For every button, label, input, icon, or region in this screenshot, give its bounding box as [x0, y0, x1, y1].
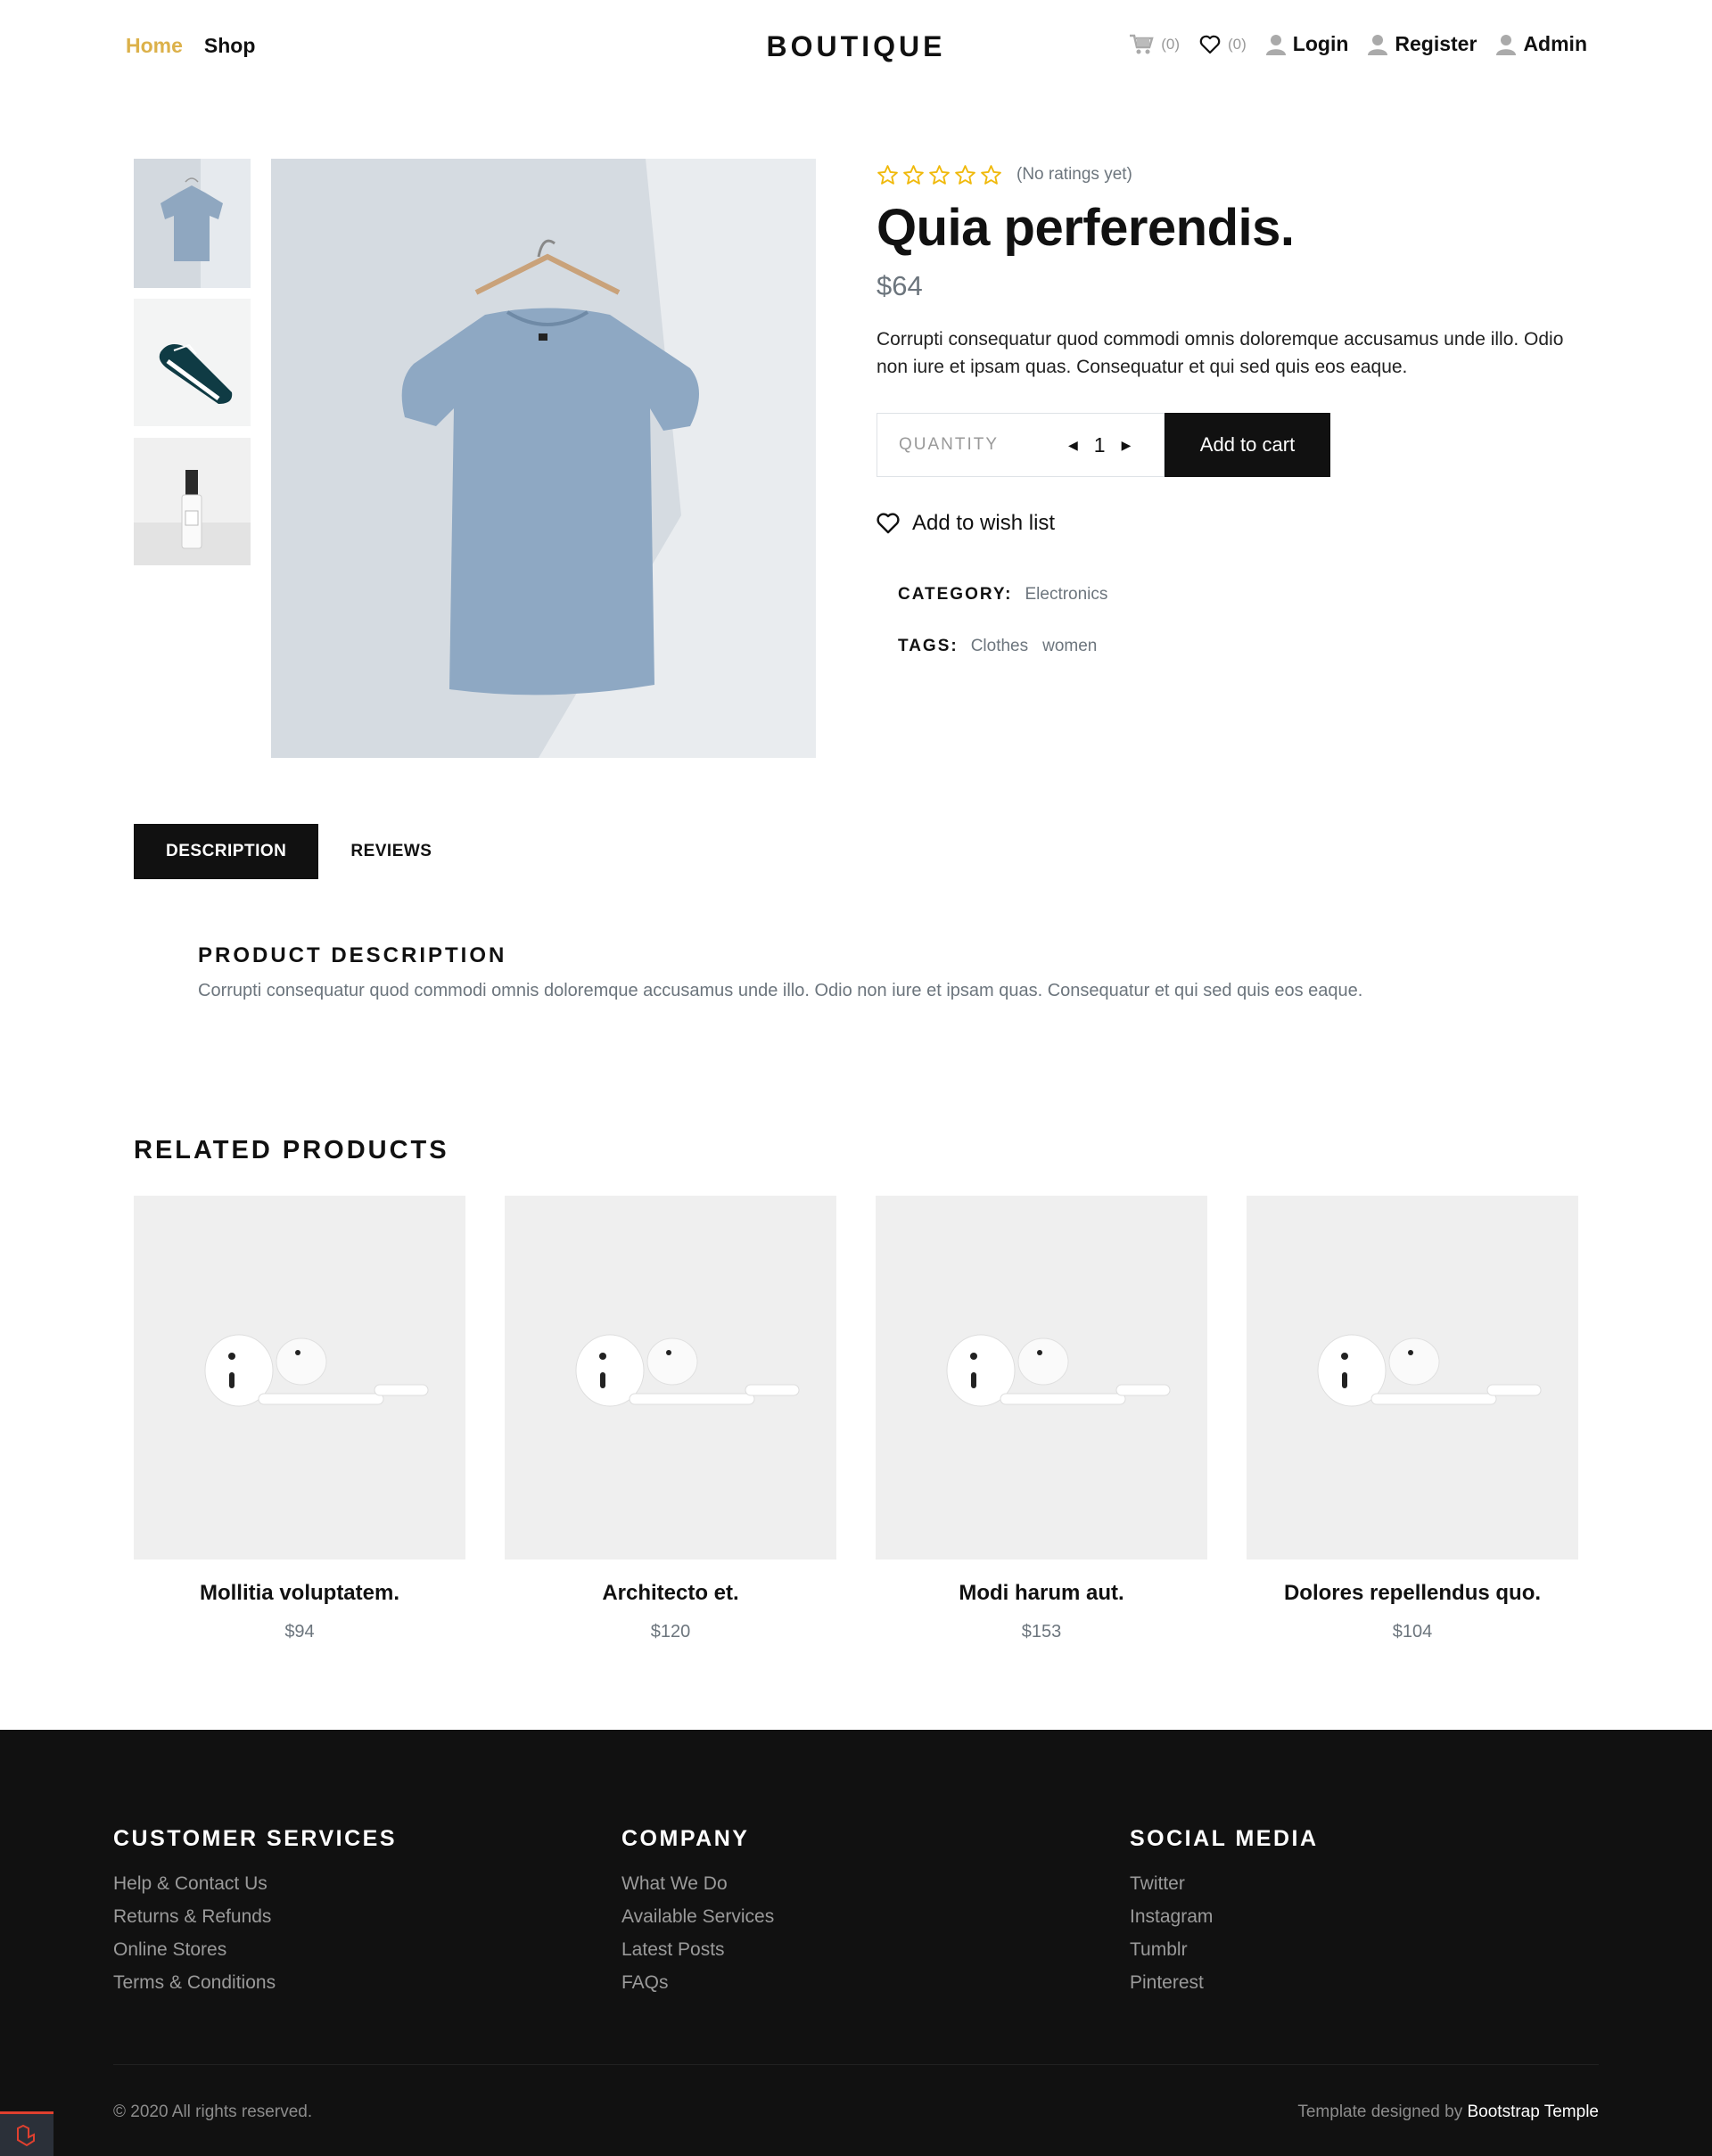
tag-link[interactable]: Clothes	[971, 637, 1028, 656]
user-icon	[1368, 34, 1388, 55]
decrease-quantity-icon[interactable]: ◀	[1068, 438, 1078, 453]
admin-label: Admin	[1523, 32, 1587, 55]
quantity-stepper: QUANTITY ◀ 1 ▶	[877, 413, 1165, 477]
nav-actions: (0) (0) Login Register Admin	[1129, 32, 1587, 56]
category-key: CATEGORY:	[898, 585, 1013, 604]
related-product-card[interactable]: Mollitia voluptatem. $94	[134, 1196, 465, 1642]
description-heading: PRODUCT DESCRIPTION	[198, 943, 507, 967]
product-image[interactable]	[876, 1196, 1207, 1559]
star-icon	[981, 164, 1001, 185]
footer-link[interactable]: Terms & Conditions	[113, 1972, 397, 1994]
product-name[interactable]: Mollitia voluptatem.	[134, 1581, 465, 1606]
product-price: $104	[1392, 1622, 1433, 1642]
increase-quantity-icon[interactable]: ▶	[1122, 438, 1132, 453]
heart-icon	[877, 513, 900, 534]
related-product-card[interactable]: Dolores repellendus quo. $104	[1247, 1196, 1578, 1642]
footer-link[interactable]: What We Do	[621, 1873, 774, 1895]
wishlist-link[interactable]: (0)	[1199, 35, 1247, 54]
product-title: Quia perferendis.	[877, 199, 1295, 257]
thumbnail-sneaker[interactable]	[134, 299, 251, 426]
add-to-wishlist-link[interactable]: Add to wish list	[877, 511, 1590, 536]
category-link[interactable]: Electronics	[1025, 585, 1107, 605]
product-image[interactable]	[505, 1196, 836, 1559]
user-icon	[1265, 34, 1286, 55]
quantity-control: ◀ 1 ▶	[1068, 433, 1131, 457]
site-footer: CUSTOMER SERVICES Help & Contact Us Retu…	[0, 1730, 1712, 2156]
footer-link[interactable]: Pinterest	[1130, 1972, 1319, 1994]
register-label: Register	[1395, 32, 1477, 55]
footer-column-social-media: SOCIAL MEDIA Twitter Instagram Tumblr Pi…	[1130, 1826, 1319, 2005]
star-icon	[929, 164, 950, 185]
rating-stars: (No ratings yet)	[877, 159, 1590, 191]
add-to-cart-button[interactable]: Add to cart	[1165, 413, 1330, 477]
product-info: (No ratings yet) Quia perferendis. $64 C…	[877, 159, 1590, 688]
star-icon	[903, 164, 924, 185]
navbar: Home Shop BOUTIQUE (0) (0) Login Registe…	[0, 0, 1712, 95]
product-short-description: Corrupti consequatur quod commodi omnis …	[877, 329, 1564, 377]
description-text: Corrupti consequatur quod commodi omnis …	[198, 981, 1363, 1000]
login-label: Login	[1292, 32, 1349, 55]
footer-link[interactable]: FAQs	[621, 1972, 774, 1994]
product-price: $94	[284, 1622, 315, 1642]
cart-link[interactable]: (0)	[1129, 34, 1180, 55]
cart-icon	[1129, 34, 1154, 55]
product-tabs: DESCRIPTION REVIEWS	[134, 824, 464, 879]
product-name[interactable]: Dolores repellendus quo.	[1247, 1581, 1578, 1606]
laravel-debug-icon[interactable]	[0, 2111, 54, 2156]
heart-icon	[1199, 35, 1221, 54]
wishlist-count: (0)	[1228, 35, 1247, 53]
footer-link[interactable]: Available Services	[621, 1906, 774, 1928]
tab-reviews[interactable]: REVIEWS	[318, 824, 464, 879]
login-link[interactable]: Login	[1265, 32, 1349, 56]
add-to-cart-row: QUANTITY ◀ 1 ▶ Add to cart	[877, 413, 1590, 477]
footer-column-title: CUSTOMER SERVICES	[113, 1826, 398, 1851]
footer-link[interactable]: Twitter	[1130, 1873, 1319, 1895]
user-icon	[1496, 34, 1517, 55]
tab-description[interactable]: DESCRIPTION	[134, 824, 319, 879]
credit-prefix: Template designed by	[1297, 2103, 1463, 2121]
footer-link[interactable]: Latest Posts	[621, 1939, 774, 1961]
footer-column-company: COMPANY What We Do Available Services La…	[621, 1826, 774, 2005]
star-icon	[955, 164, 975, 185]
template-credit: Template designed by Bootstrap Temple	[1297, 2103, 1599, 2122]
tags-key: TAGS:	[898, 637, 959, 655]
quantity-label: QUANTITY	[899, 435, 1000, 454]
footer-divider	[113, 2064, 1599, 2065]
thumbnail-perfume[interactable]	[134, 438, 251, 565]
footer-column-customer-services: CUSTOMER SERVICES Help & Contact Us Retu…	[113, 1826, 397, 2005]
cart-count: (0)	[1161, 35, 1181, 53]
product-name[interactable]: Architecto et.	[505, 1581, 836, 1606]
ratings-note: (No ratings yet)	[1017, 165, 1132, 184]
wishlist-label: Add to wish list	[912, 511, 1056, 535]
product-main-image[interactable]	[271, 159, 816, 758]
description-panel: PRODUCT DESCRIPTION Corrupti consequatur…	[198, 943, 1589, 1001]
product-image[interactable]	[1247, 1196, 1578, 1559]
footer-link[interactable]: Instagram	[1130, 1906, 1319, 1928]
quantity-value[interactable]: 1	[1094, 433, 1106, 457]
register-link[interactable]: Register	[1368, 32, 1477, 56]
copyright-text: © 2020 All rights reserved.	[113, 2103, 313, 2121]
product-price: $64	[877, 270, 923, 301]
footer-column-title: SOCIAL MEDIA	[1130, 1826, 1319, 1851]
star-icon	[877, 164, 898, 185]
tag-link[interactable]: women	[1042, 637, 1097, 656]
product-price: $153	[1021, 1622, 1062, 1642]
tags-row: TAGS: Clothes women	[898, 637, 1590, 656]
product-name[interactable]: Modi harum aut.	[876, 1581, 1207, 1606]
related-products-heading: RELATED PRODUCTS	[134, 1136, 449, 1164]
footer-column-title: COMPANY	[621, 1826, 750, 1851]
footer-link[interactable]: Online Stores	[113, 1939, 397, 1961]
category-row: CATEGORY: Electronics	[898, 585, 1590, 605]
footer-link[interactable]: Returns & Refunds	[113, 1906, 397, 1928]
admin-link[interactable]: Admin	[1496, 32, 1587, 56]
thumbnail-tshirt[interactable]	[134, 159, 251, 288]
product-price: $120	[650, 1622, 691, 1642]
product-image[interactable]	[134, 1196, 465, 1559]
related-product-card[interactable]: Architecto et. $120	[505, 1196, 836, 1642]
footer-link[interactable]: Help & Contact Us	[113, 1873, 397, 1895]
footer-link[interactable]: Tumblr	[1130, 1939, 1319, 1961]
related-product-card[interactable]: Modi harum aut. $153	[876, 1196, 1207, 1642]
product-meta: CATEGORY: Electronics TAGS: Clothes wome…	[898, 585, 1590, 656]
credit-link[interactable]: Bootstrap Temple	[1467, 2103, 1599, 2121]
